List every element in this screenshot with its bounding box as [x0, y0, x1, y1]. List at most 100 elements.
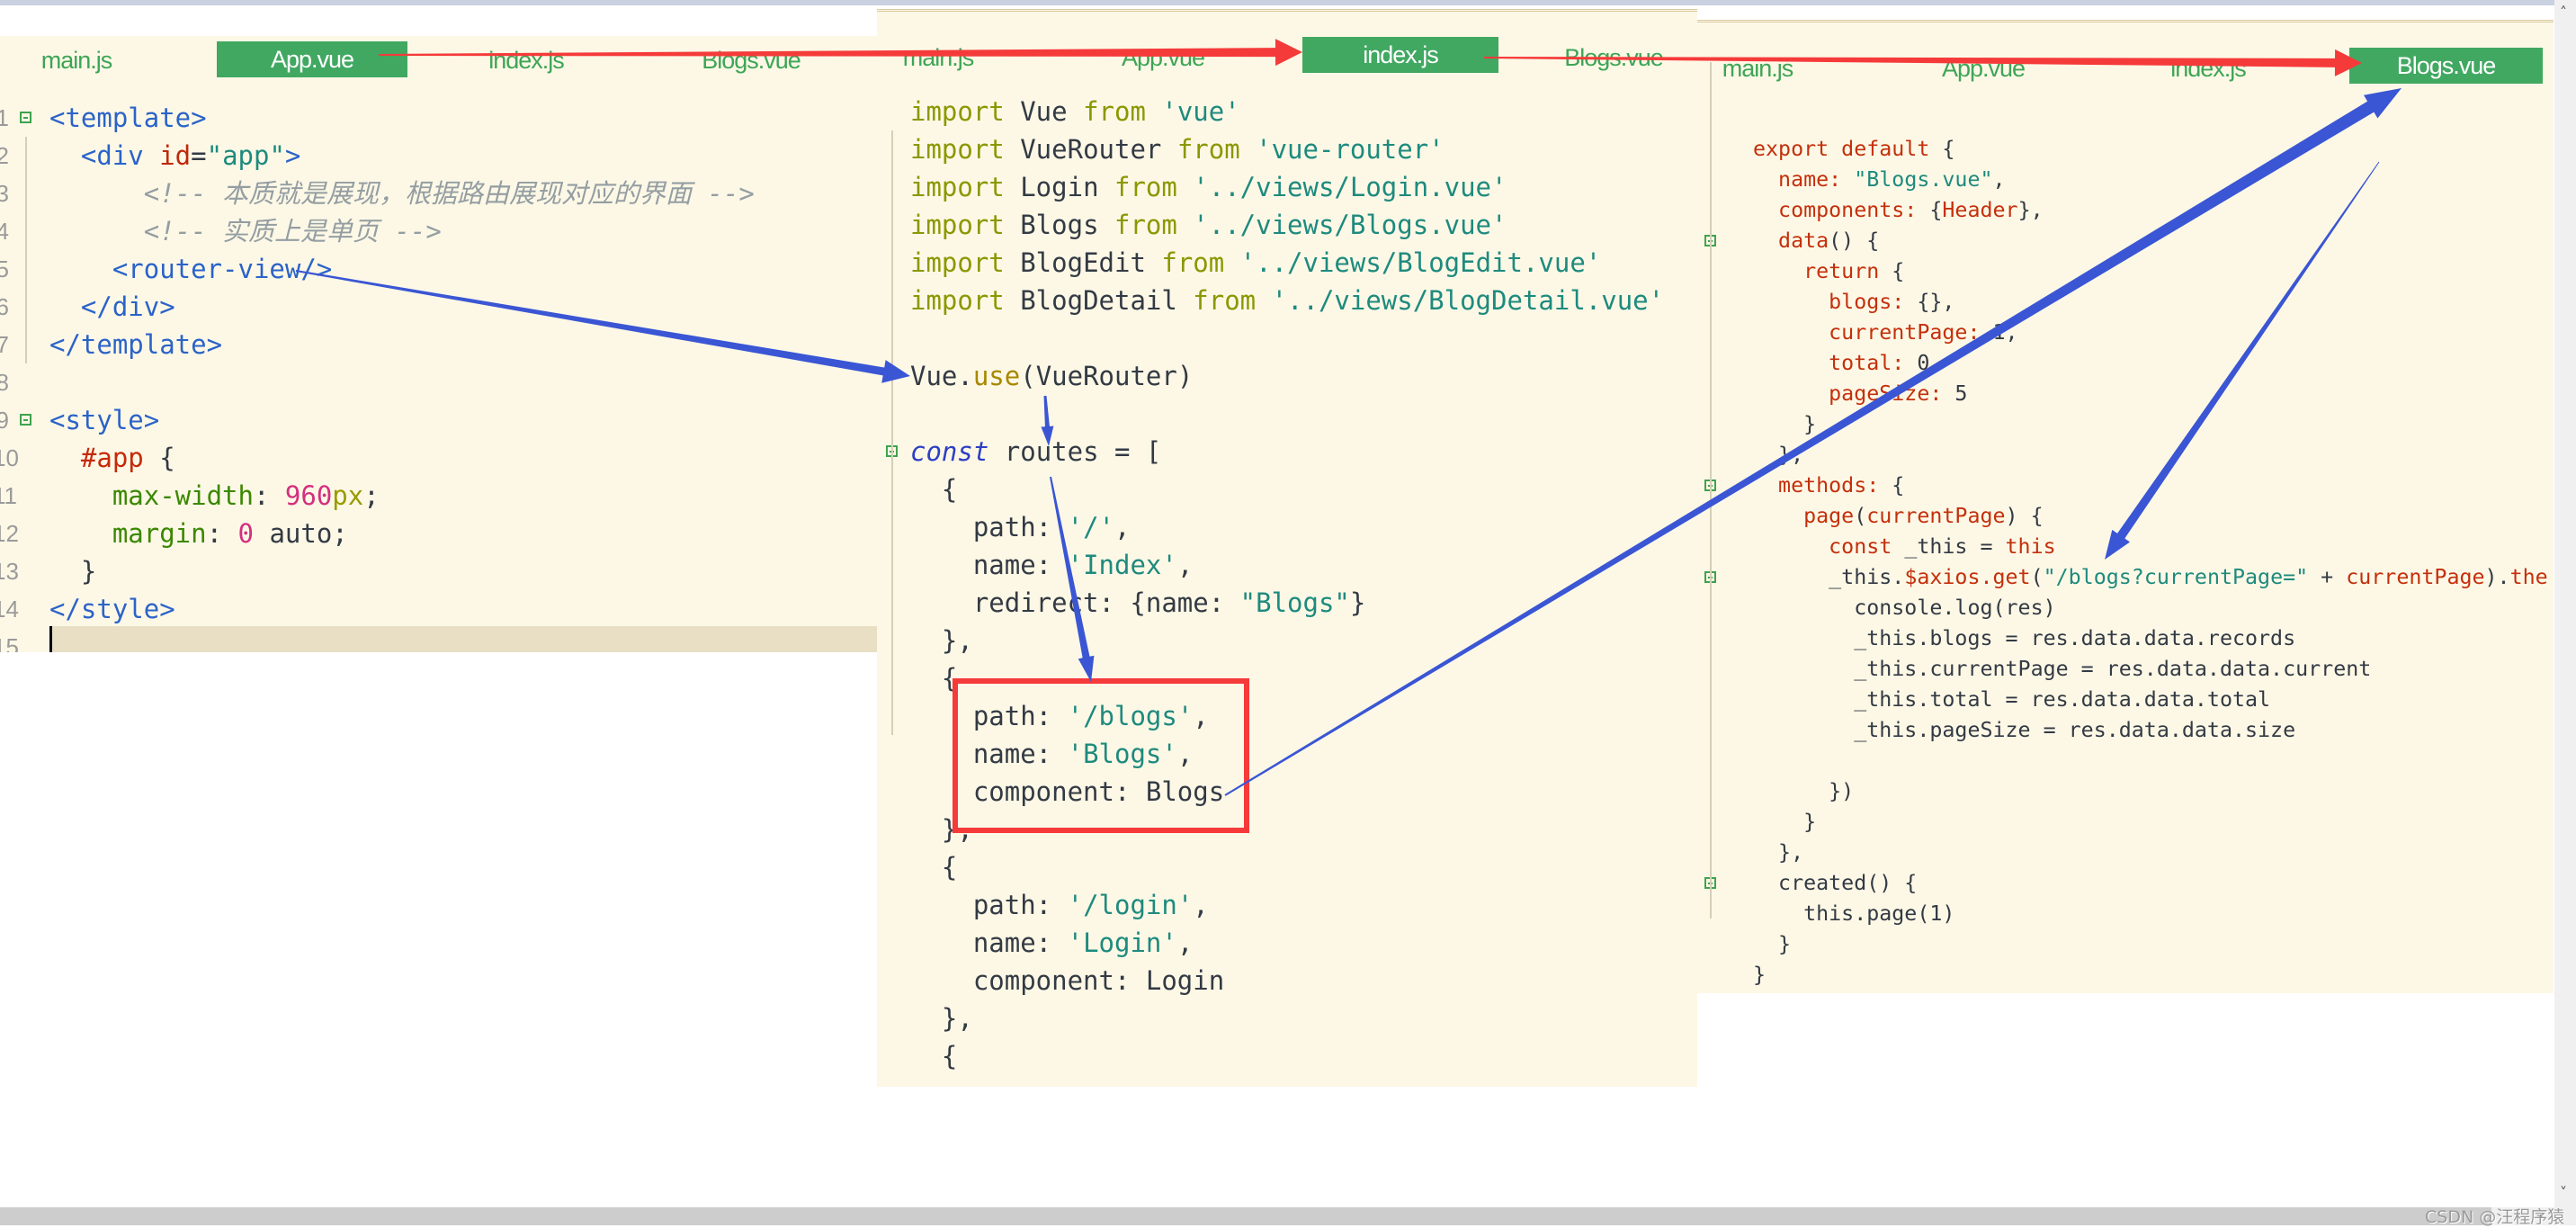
line-number: 5 [0, 255, 9, 282]
chevron-up-icon[interactable]: ˄ [2560, 4, 2567, 21]
code-token: { [910, 474, 958, 505]
tab-main-js[interactable]: main.js [41, 47, 113, 75]
code-line: max-width: 960px; [49, 477, 380, 515]
code-token: blogs: [1753, 290, 1918, 314]
code-line: }) [1753, 776, 1854, 807]
code-token: #app [80, 443, 144, 473]
code-line: _this.total = res.data.data.total [1753, 685, 2270, 715]
tab-app-vue[interactable]: App.vue [1122, 44, 1205, 72]
code-token: ). [2484, 565, 2510, 589]
code-token: > [284, 140, 301, 171]
tab-index-js[interactable]: index.js [488, 47, 565, 75]
code-line: export default { [1753, 134, 1954, 165]
code-line: </style> [49, 590, 175, 628]
window-top-border [0, 0, 2576, 5]
code-token: data [1753, 229, 1829, 253]
code-token: this.page(1) [1753, 901, 1955, 926]
code-token: 0, [1917, 351, 1943, 375]
code-token: { [1929, 137, 1955, 161]
code-token: import [910, 210, 1005, 240]
code-token: + [2308, 565, 2347, 589]
line-number: 2 [0, 142, 9, 169]
code-token: '/login' [1067, 890, 1194, 920]
code-token: from [1176, 134, 1240, 165]
code-token: , [1193, 890, 1209, 920]
editor-panel-index-js: main.js App.vue index.js Blogs.vue impor… [877, 9, 1697, 1087]
tab-blogs-vue[interactable]: Blogs.vue [2349, 48, 2543, 84]
code-token: Vue [1004, 96, 1084, 127]
code-line: pageSize: 5 [1753, 379, 1967, 409]
code-token: { [143, 443, 175, 473]
code-line: { [910, 471, 957, 508]
code-token: auto; [254, 518, 348, 549]
code-line: }, [910, 999, 973, 1037]
code-token: from [1114, 172, 1177, 202]
code-line: components: {Header}, [1753, 195, 2044, 226]
line-number: 15 [0, 633, 19, 652]
watermark: CSDN @汪程序猿 [2425, 1207, 2565, 1227]
code-token: id [159, 140, 192, 171]
code-line: <!-- 实质上是单页 --> [49, 212, 442, 250]
tab-blogs-vue[interactable]: Blogs.vue [702, 47, 801, 75]
code-line: }, [910, 622, 973, 659]
code-line: { [910, 1037, 957, 1075]
code-token: '/' [1067, 512, 1114, 542]
code-line: _this.currentPage = res.data.data.curren… [1753, 654, 2371, 685]
tab-main-js[interactable]: main.js [903, 44, 975, 72]
code-line: import Blogs from '../views/Blogs.vue' [910, 206, 1507, 244]
fold-guide [891, 130, 893, 735]
horizontal-scrollbar[interactable]: › [0, 1207, 2576, 1225]
code-token: _this = [1892, 534, 2006, 559]
code-token: the [2509, 565, 2548, 589]
code-token: 'Login' [1067, 928, 1177, 958]
minus-square-icon[interactable] [20, 414, 31, 426]
code-token: "/blogs?currentPage=" [2043, 565, 2309, 589]
code-token: } [49, 556, 97, 587]
code-line: </template> [49, 326, 222, 363]
code-token: use [972, 361, 1021, 391]
editor-panel-blogs-vue: main.js App.vue index.js Blogs.vue expor… [1697, 20, 2554, 993]
code-token: max-width [112, 480, 254, 511]
code-token: import [910, 247, 1005, 278]
code-token: <!-- 实质上是单页 --> [49, 216, 442, 246]
editor-panel-app-vue: main.js App.vue index.js Blogs.vue <temp… [0, 36, 877, 652]
line-number: 7 [0, 331, 9, 358]
code-line: }, [1753, 440, 1803, 471]
fold-guide [1710, 62, 1712, 919]
code-token: { [1892, 473, 1905, 497]
minus-square-icon[interactable] [20, 112, 31, 123]
code-token: component: Login [910, 965, 1225, 996]
code-token: 5 [1954, 381, 1968, 406]
code-token: from [1083, 96, 1146, 127]
tab-index-js[interactable]: index.js [2170, 55, 2247, 83]
tab-index-js[interactable]: index.js [1302, 37, 1498, 73]
tab-blogs-vue[interactable]: Blogs.vue [1564, 44, 1664, 72]
code-token: total: [1753, 351, 1918, 375]
code-token: _this.total = res.data.data.total [1753, 687, 2271, 712]
code-token: : [206, 518, 238, 549]
code-token: name: [1753, 167, 1855, 192]
vertical-scrollbar[interactable]: ˄ ˅ [2554, 0, 2576, 1207]
code-line: } [49, 552, 96, 590]
code-token: routes = [ [988, 436, 1162, 467]
code-token: console.log(res) [1753, 596, 2056, 620]
code-token: px [332, 480, 364, 511]
tab-main-js[interactable]: main.js [1722, 55, 1794, 83]
code-line: import Login from '../views/Login.vue' [910, 168, 1507, 206]
code-token: ) { [2005, 504, 2044, 528]
code-token: }) [1753, 779, 1855, 803]
code-token: } [1753, 412, 1817, 436]
tab-app-vue[interactable]: App.vue [217, 41, 407, 77]
code-token: "Blogs.vue" [1854, 167, 1993, 192]
code-token: , [1176, 928, 1194, 958]
code-token: { [1879, 259, 1905, 283]
code-token: from [1193, 285, 1257, 316]
code-token: name: [910, 928, 1068, 958]
chevron-down-icon[interactable]: ˅ [2560, 1184, 2567, 1201]
horizontal-scrollbar-thumb[interactable] [0, 1207, 2491, 1225]
code-token: <template> [49, 103, 207, 133]
code-line: import BlogEdit from '../views/BlogEdit.… [910, 244, 1601, 282]
tab-app-vue[interactable]: App.vue [1942, 55, 2026, 83]
